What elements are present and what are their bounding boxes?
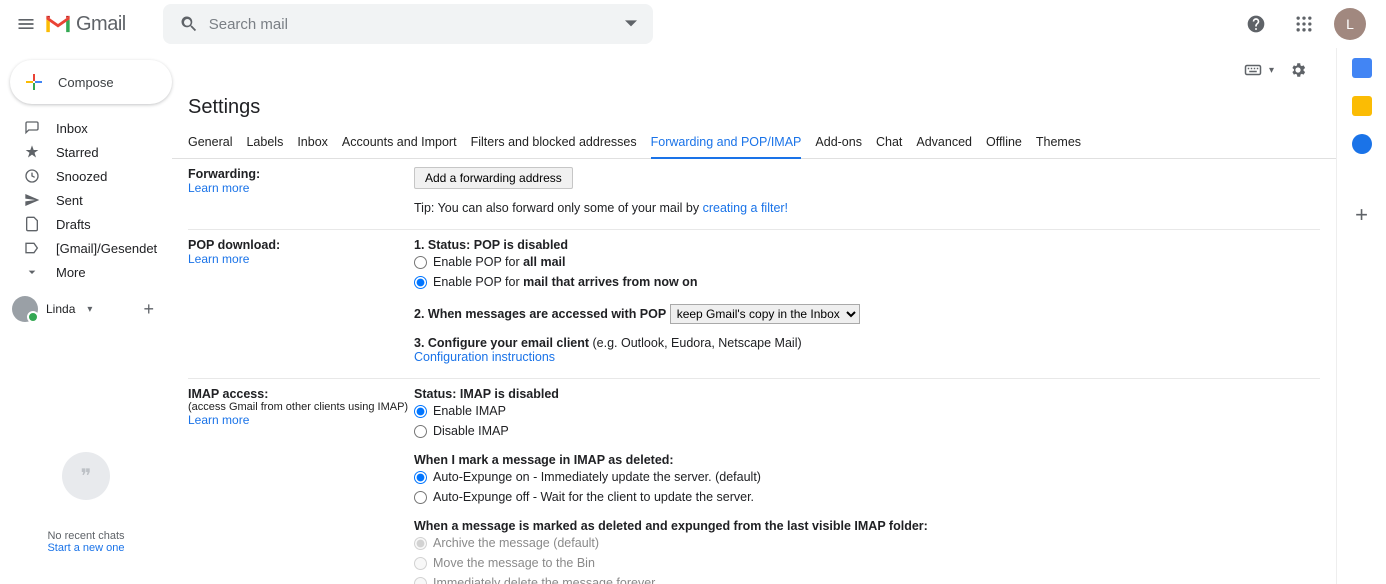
- calendar-addon-icon[interactable]: [1352, 58, 1372, 78]
- page-title: Settings: [172, 92, 1336, 127]
- forwarding-learn-more-link[interactable]: Learn more: [188, 181, 249, 195]
- tab-themes[interactable]: Themes: [1036, 127, 1081, 158]
- pop-action-select[interactable]: keep Gmail's copy in the Inbox: [670, 304, 860, 324]
- move-bin-radio[interactable]: [414, 557, 427, 570]
- forwarding-tip-text: Tip: You can also forward only some of y…: [414, 201, 703, 215]
- add-forwarding-address-button[interactable]: Add a forwarding address: [414, 167, 573, 189]
- sidebar-item-sent[interactable]: Sent: [0, 188, 172, 212]
- sidebar-item-label[interactable]: [Gmail]/Gesendet: [0, 236, 172, 260]
- tab-labels[interactable]: Labels: [246, 127, 283, 158]
- imap-learn-more-link[interactable]: Learn more: [188, 413, 249, 427]
- section-forwarding: Forwarding: Learn more Add a forwarding …: [188, 159, 1320, 230]
- compose-button[interactable]: Compose: [10, 60, 172, 104]
- pop-enable-all-radio[interactable]: [414, 256, 427, 269]
- tab-inbox[interactable]: Inbox: [297, 127, 328, 158]
- tab-chat[interactable]: Chat: [876, 127, 902, 158]
- archive-radio[interactable]: [414, 537, 427, 550]
- forwarding-title: Forwarding:: [188, 167, 414, 181]
- sidebar-item-more[interactable]: More: [0, 260, 172, 284]
- hangouts-caret-icon[interactable]: ▾: [87, 304, 92, 315]
- sidebar-item-drafts[interactable]: Drafts: [0, 212, 172, 236]
- search-icon[interactable]: [169, 14, 209, 34]
- tab-accounts[interactable]: Accounts and Import: [342, 127, 457, 158]
- imap-enable-radio[interactable]: [414, 405, 427, 418]
- apps-grid-icon[interactable]: [1286, 6, 1322, 42]
- account-avatar[interactable]: L: [1334, 8, 1366, 40]
- pop-status: POP is disabled: [474, 238, 568, 252]
- create-filter-link[interactable]: creating a filter!: [703, 201, 788, 215]
- hamburger-menu-icon[interactable]: [8, 6, 44, 42]
- sidebar-item-snoozed[interactable]: Snoozed: [0, 164, 172, 188]
- keep-addon-icon[interactable]: [1352, 96, 1372, 116]
- hangouts-avatar: [12, 296, 38, 322]
- tasks-addon-icon[interactable]: [1352, 134, 1372, 154]
- delete-forever-radio[interactable]: [414, 577, 427, 584]
- sidebar-item-inbox[interactable]: Inbox: [0, 116, 172, 140]
- sidebar-item-starred[interactable]: Starred: [0, 140, 172, 164]
- no-chats-text: No recent chats: [47, 530, 124, 542]
- chat-bubble-icon: ❞: [62, 452, 110, 500]
- search-input[interactable]: [209, 16, 615, 33]
- imap-expunged-title: When a message is marked as deleted and …: [414, 519, 1320, 533]
- tab-offline[interactable]: Offline: [986, 127, 1022, 158]
- tab-filters[interactable]: Filters and blocked addresses: [471, 127, 637, 158]
- tab-addons[interactable]: Add-ons: [815, 127, 862, 158]
- imap-status: IMAP is disabled: [460, 387, 559, 401]
- pop-config-instructions-link[interactable]: Configuration instructions: [414, 350, 555, 364]
- input-tools-caret-icon[interactable]: ▾: [1269, 65, 1274, 76]
- section-imap: IMAP access: (access Gmail from other cl…: [188, 379, 1320, 584]
- hangouts-add-icon[interactable]: +: [137, 299, 160, 320]
- settings-tabs: General Labels Inbox Accounts and Import…: [172, 127, 1336, 159]
- settings-gear-icon[interactable]: [1280, 52, 1316, 88]
- tab-general[interactable]: General: [188, 127, 232, 158]
- search-bar[interactable]: [163, 4, 653, 44]
- compose-label: Compose: [58, 75, 114, 90]
- section-pop: POP download: Learn more 1. Status: POP …: [188, 230, 1320, 379]
- start-chat-link[interactable]: Start a new one: [47, 542, 124, 554]
- imap-subtitle: (access Gmail from other clients using I…: [188, 401, 414, 413]
- pop-learn-more-link[interactable]: Learn more: [188, 252, 249, 266]
- pop-title: POP download:: [188, 238, 414, 252]
- input-tools-icon[interactable]: [1235, 52, 1271, 88]
- gmail-logo-text: Gmail: [76, 13, 126, 36]
- help-icon[interactable]: [1238, 6, 1274, 42]
- expunge-on-radio[interactable]: [414, 471, 427, 484]
- tab-advanced[interactable]: Advanced: [916, 127, 972, 158]
- tab-forwarding-pop-imap[interactable]: Forwarding and POP/IMAP: [651, 127, 802, 159]
- imap-disable-radio[interactable]: [414, 425, 427, 438]
- hangouts-user[interactable]: Linda ▾: [12, 296, 92, 322]
- imap-title: IMAP access:: [188, 387, 414, 401]
- pop-enable-now-radio[interactable]: [414, 276, 427, 289]
- search-options-icon[interactable]: [615, 18, 647, 30]
- gmail-logo[interactable]: Gmail: [44, 13, 126, 36]
- expunge-off-radio[interactable]: [414, 491, 427, 504]
- get-addons-icon[interactable]: +: [1355, 202, 1368, 228]
- imap-deleted-title: When I mark a message in IMAP as deleted…: [414, 453, 1320, 467]
